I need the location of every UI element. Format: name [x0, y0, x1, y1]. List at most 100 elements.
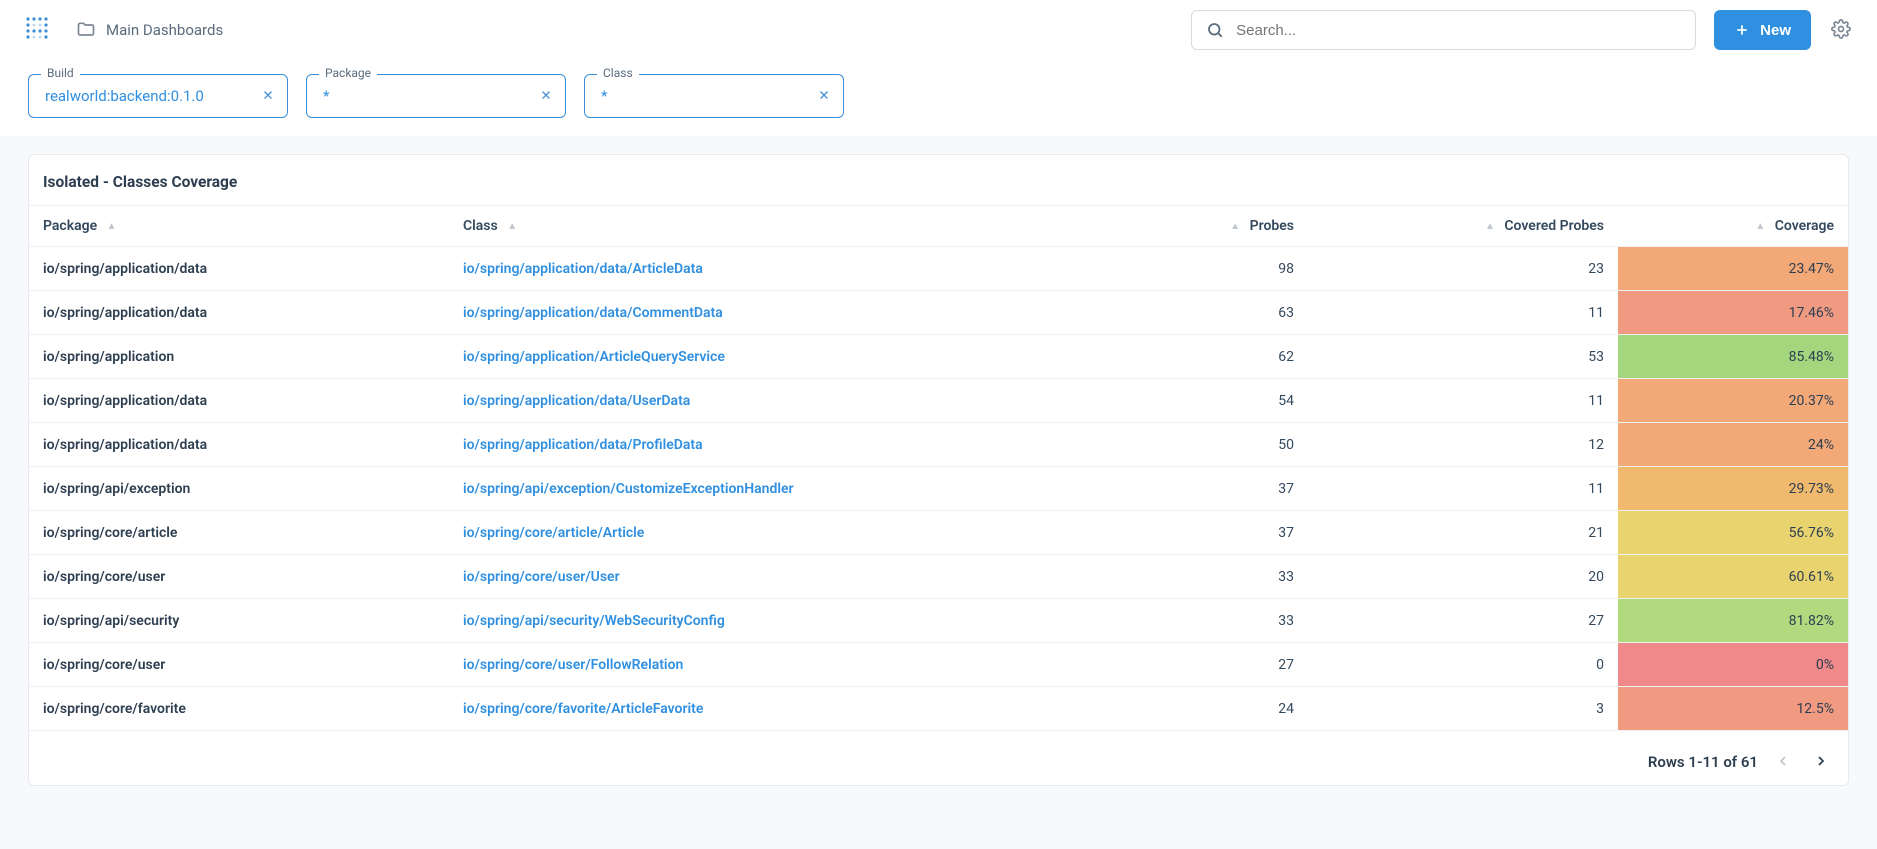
cell-probes: 27 — [1108, 643, 1308, 687]
cell-coverage: 0% — [1618, 643, 1848, 687]
chevron-right-icon — [1813, 753, 1829, 772]
gear-icon — [1831, 19, 1851, 42]
new-button[interactable]: New — [1714, 10, 1811, 50]
class-link[interactable]: io/spring/application/data/ArticleData — [463, 261, 703, 277]
cell-package: io/spring/core/user — [29, 555, 449, 599]
class-link[interactable]: io/spring/core/user/FollowRelation — [463, 657, 683, 673]
table-row: io/spring/application/data io/spring/appl… — [29, 247, 1848, 291]
filter-build[interactable]: Build realworld:backend:0.1.0 ✕ — [28, 74, 288, 118]
cell-probes: 33 — [1108, 599, 1308, 643]
cell-coverage: 85.48% — [1618, 335, 1848, 379]
cell-class: io/spring/core/article/Article — [449, 511, 1108, 555]
cell-coverage: 12.5% — [1618, 687, 1848, 731]
cell-probes: 54 — [1108, 379, 1308, 423]
cell-covered-probes: 12 — [1308, 423, 1618, 467]
filter-value: realworld:backend:0.1.0 — [45, 87, 204, 105]
cell-coverage: 20.37% — [1618, 379, 1848, 423]
table-footer: Rows 1-11 of 61 — [29, 731, 1848, 785]
filter-label: Build — [41, 66, 80, 80]
col-probes[interactable]: ▲ Probes — [1108, 206, 1308, 247]
cell-package: io/spring/core/user — [29, 643, 449, 687]
cell-coverage: 56.76% — [1618, 511, 1848, 555]
class-link[interactable]: io/spring/application/ArticleQueryServic… — [463, 349, 725, 365]
breadcrumb-title[interactable]: Main Dashboards — [106, 21, 223, 39]
class-link[interactable]: io/spring/core/favorite/ArticleFavorite — [463, 701, 703, 717]
cell-class: io/spring/core/user/User — [449, 555, 1108, 599]
cell-coverage: 81.82% — [1618, 599, 1848, 643]
coverage-panel: Isolated - Classes Coverage Package ▲ Cl… — [28, 154, 1849, 786]
cell-probes: 50 — [1108, 423, 1308, 467]
class-link[interactable]: io/spring/core/user/User — [463, 569, 620, 585]
next-page-button[interactable] — [1808, 749, 1834, 775]
col-coverage[interactable]: ▲ Coverage — [1618, 206, 1848, 247]
cell-package: io/spring/api/security — [29, 599, 449, 643]
search-input[interactable] — [1236, 22, 1681, 39]
filter-clear-button[interactable]: ✕ — [537, 87, 555, 105]
sort-icon: ▲ — [107, 221, 117, 232]
table-row: io/spring/application/data io/spring/appl… — [29, 423, 1848, 467]
cell-covered-probes: 53 — [1308, 335, 1618, 379]
panel-title: Isolated - Classes Coverage — [29, 173, 1848, 205]
cell-probes: 62 — [1108, 335, 1308, 379]
cell-probes: 63 — [1108, 291, 1308, 335]
table-row: io/spring/core/favorite io/spring/core/fa… — [29, 687, 1848, 731]
filter-label: Class — [597, 66, 639, 80]
filter-package[interactable]: Package * ✕ — [306, 74, 566, 118]
col-package[interactable]: Package ▲ — [29, 206, 449, 247]
new-button-label: New — [1760, 22, 1791, 39]
cell-class: io/spring/api/security/WebSecurityConfig — [449, 599, 1108, 643]
class-link[interactable]: io/spring/application/data/UserData — [463, 393, 690, 409]
app-logo[interactable] — [24, 15, 54, 45]
cell-covered-probes: 11 — [1308, 467, 1618, 511]
cell-covered-probes: 21 — [1308, 511, 1618, 555]
cell-class: io/spring/application/data/CommentData — [449, 291, 1108, 335]
cell-package: io/spring/application/data — [29, 423, 449, 467]
cell-class: io/spring/application/data/ArticleData — [449, 247, 1108, 291]
search-icon — [1206, 21, 1224, 39]
class-link[interactable]: io/spring/api/security/WebSecurityConfig — [463, 613, 725, 629]
cell-coverage: 60.61% — [1618, 555, 1848, 599]
cell-package: io/spring/application/data — [29, 291, 449, 335]
close-icon: ✕ — [818, 88, 829, 104]
cell-class: io/spring/core/user/FollowRelation — [449, 643, 1108, 687]
topbar: Main Dashboards New — [0, 0, 1877, 60]
cell-covered-probes: 11 — [1308, 291, 1618, 335]
folder-icon — [76, 20, 96, 40]
filter-value: * — [601, 87, 607, 105]
cell-coverage: 23.47% — [1618, 247, 1848, 291]
table-row: io/spring/application/data io/spring/appl… — [29, 291, 1848, 335]
table-row: io/spring/core/articleio/spring/core/art… — [29, 511, 1848, 555]
cell-class: io/spring/application/ArticleQueryServic… — [449, 335, 1108, 379]
class-link[interactable]: io/spring/application/data/CommentData — [463, 305, 723, 321]
rows-summary: Rows 1-11 of 61 — [1648, 753, 1758, 771]
chevron-left-icon — [1775, 753, 1791, 772]
cell-probes: 37 — [1108, 511, 1308, 555]
class-link[interactable]: io/spring/core/article/Article — [463, 525, 644, 541]
class-link[interactable]: io/spring/application/data/ProfileData — [463, 437, 703, 453]
close-icon: ✕ — [262, 88, 273, 104]
filter-value: * — [323, 87, 329, 105]
cell-covered-probes: 27 — [1308, 599, 1618, 643]
prev-page-button[interactable] — [1770, 749, 1796, 775]
filter-class[interactable]: Class * ✕ — [584, 74, 844, 118]
cell-covered-probes: 3 — [1308, 687, 1618, 731]
cell-coverage: 29.73% — [1618, 467, 1848, 511]
cell-class: io/spring/core/favorite/ArticleFavorite — [449, 687, 1108, 731]
cell-package: io/spring/application/data — [29, 247, 449, 291]
settings-button[interactable] — [1829, 18, 1853, 42]
filter-label: Package — [319, 66, 377, 80]
cell-probes: 24 — [1108, 687, 1308, 731]
filter-clear-button[interactable]: ✕ — [815, 87, 833, 105]
col-class[interactable]: Class ▲ — [449, 206, 1108, 247]
cell-class: io/spring/application/data/UserData — [449, 379, 1108, 423]
cell-package: io/spring/core/favorite — [29, 687, 449, 731]
class-link[interactable]: io/spring/api/exception/CustomizeExcepti… — [463, 481, 794, 497]
cell-package: io/spring/application — [29, 335, 449, 379]
search-input-wrap[interactable] — [1191, 10, 1696, 50]
table-row: io/spring/application/dataio/spring/appl… — [29, 379, 1848, 423]
col-covered-probes[interactable]: ▲ Covered Probes — [1308, 206, 1618, 247]
coverage-table: Package ▲ Class ▲ ▲ Probes ▲ Covered Pro… — [29, 205, 1848, 731]
filter-clear-button[interactable]: ✕ — [259, 87, 277, 105]
sort-icon: ▲ — [1485, 221, 1495, 232]
cell-coverage: 24% — [1618, 423, 1848, 467]
